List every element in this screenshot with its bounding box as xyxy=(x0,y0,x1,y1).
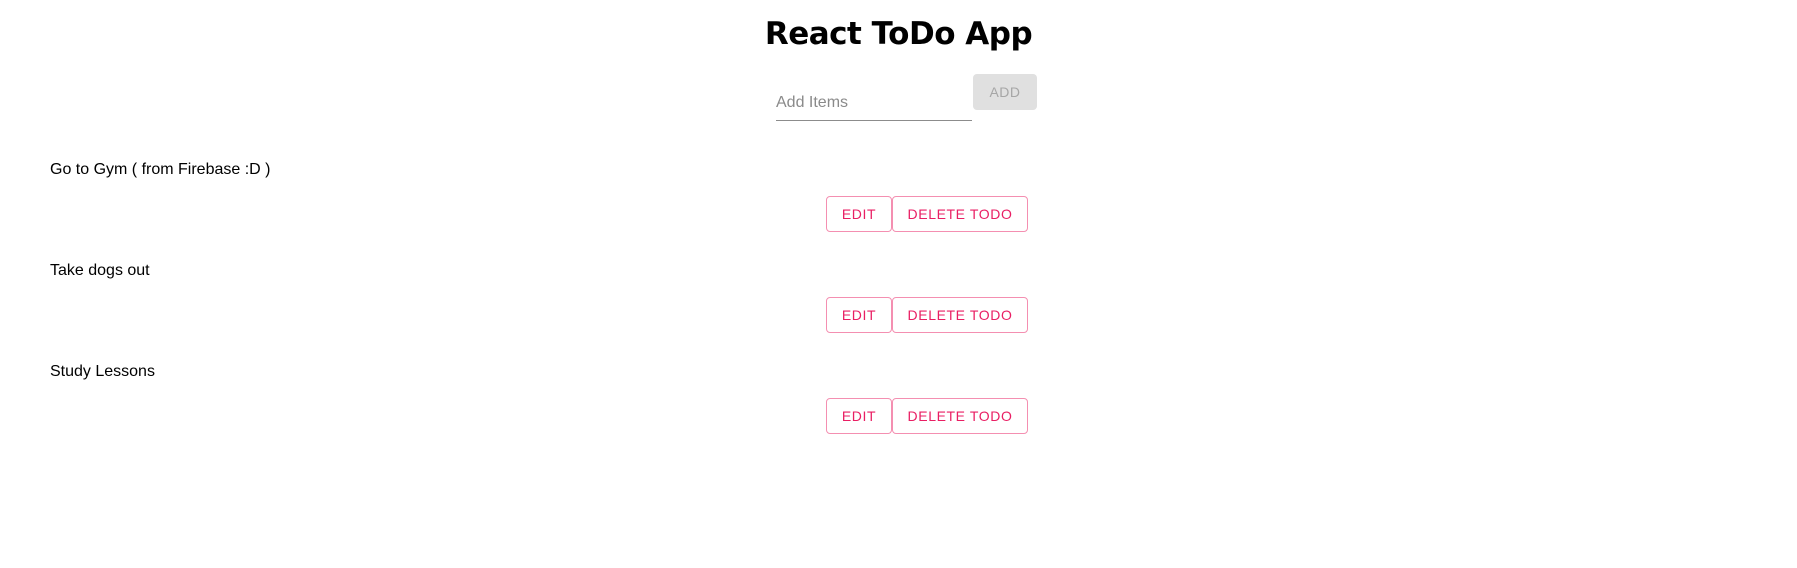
todo-app: React ToDo App ADD Go to Gym ( from Fire… xyxy=(0,0,1797,568)
edit-button[interactable]: EDIT xyxy=(826,196,892,232)
todo-list: Go to Gym ( from Firebase :D ) EDIT DELE… xyxy=(0,158,1797,461)
todo-item: Take dogs out EDIT DELETE TODO xyxy=(0,259,1797,360)
delete-todo-button[interactable]: DELETE TODO xyxy=(892,196,1028,232)
todo-text: Take dogs out xyxy=(50,262,150,279)
todo-actions: EDIT DELETE TODO xyxy=(826,196,1028,232)
todo-actions: EDIT DELETE TODO xyxy=(826,297,1028,333)
add-todo-form: ADD xyxy=(776,74,1040,124)
todo-item: Study Lessons EDIT DELETE TODO xyxy=(0,360,1797,461)
page-title: React ToDo App xyxy=(764,16,1033,52)
todo-text: Study Lessons xyxy=(50,363,155,380)
edit-button[interactable]: EDIT xyxy=(826,297,892,333)
todo-text: Go to Gym ( from Firebase :D ) xyxy=(50,161,271,178)
todo-item: Go to Gym ( from Firebase :D ) EDIT DELE… xyxy=(0,158,1797,259)
add-item-field xyxy=(776,88,972,121)
edit-button[interactable]: EDIT xyxy=(826,398,892,434)
delete-todo-button[interactable]: DELETE TODO xyxy=(892,297,1028,333)
delete-todo-button[interactable]: DELETE TODO xyxy=(892,398,1028,434)
add-button[interactable]: ADD xyxy=(973,74,1037,110)
add-item-input[interactable] xyxy=(776,88,972,118)
todo-actions: EDIT DELETE TODO xyxy=(826,398,1028,434)
